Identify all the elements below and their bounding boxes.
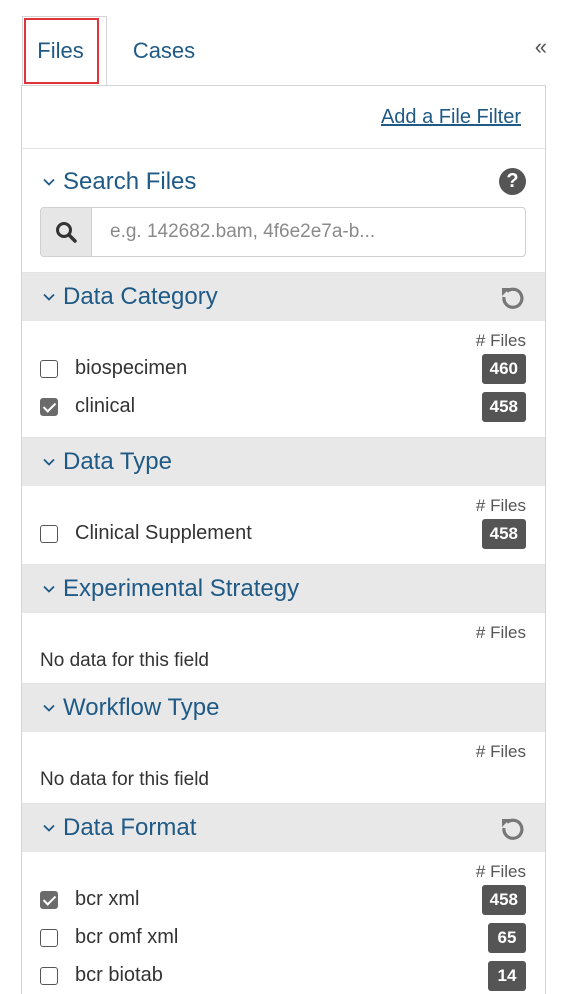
facet-row[interactable]: bcr biotab 14	[22, 959, 545, 993]
facet-label[interactable]: Clinical Supplement	[75, 522, 252, 545]
facet-row[interactable]: biospecimen 460	[22, 352, 545, 386]
files-count-header: # Files	[475, 862, 526, 881]
facet-panel: Add a File Filter Search Files ? Data Ca…	[21, 85, 546, 994]
chevron-down-icon	[43, 293, 55, 301]
chevron-down-icon	[43, 458, 55, 466]
files-count-header: # Files	[475, 331, 526, 350]
facet-label[interactable]: bcr omf xml	[75, 926, 178, 949]
facet-row[interactable]: clinical 458	[22, 390, 545, 424]
chevron-down-icon	[43, 178, 55, 186]
chevron-down-icon	[43, 585, 55, 593]
facet-label[interactable]: bcr xml	[75, 888, 139, 911]
data-type-header[interactable]: Data Type	[22, 438, 545, 486]
section-title: Data Format	[63, 814, 197, 841]
reset-icon[interactable]	[499, 283, 527, 311]
tab-files[interactable]: Files	[22, 16, 107, 86]
add-file-filter-link[interactable]: Add a File Filter	[381, 106, 521, 129]
tab-files-label: Files	[37, 37, 84, 63]
facet-label[interactable]: clinical	[75, 395, 135, 418]
section-title: Workflow Type	[63, 694, 220, 721]
facet-checkbox[interactable]	[40, 360, 58, 378]
count-badge: 458	[481, 519, 526, 549]
chevron-down-icon	[43, 704, 55, 712]
search-input[interactable]	[93, 208, 523, 256]
search-button[interactable]	[41, 208, 92, 256]
facet-label[interactable]: biospecimen	[75, 357, 187, 380]
count-badge: 65	[488, 923, 526, 953]
tab-cases-label: Cases	[132, 38, 196, 63]
section-title: Data Type	[63, 448, 172, 475]
tab-bar: Files Cases «	[0, 0, 567, 86]
facet-label[interactable]: bcr biotab	[75, 964, 163, 987]
workflow-type-header[interactable]: Workflow Type	[22, 684, 545, 732]
no-data-message: No data for this field	[40, 650, 209, 671]
data-category-header[interactable]: Data Category	[22, 273, 545, 321]
section-title: Search Files	[63, 168, 197, 195]
divider	[22, 148, 545, 149]
data-format-header[interactable]: Data Format	[22, 804, 545, 852]
collapse-sidebar-button[interactable]: «	[535, 36, 547, 58]
experimental-strategy-header[interactable]: Experimental Strategy	[22, 565, 545, 613]
section-title: Experimental Strategy	[63, 575, 300, 602]
facet-checkbox[interactable]	[40, 398, 58, 416]
facet-checkbox[interactable]	[40, 929, 58, 947]
facet-checkbox[interactable]	[40, 967, 58, 985]
count-badge: 458	[481, 392, 526, 422]
help-icon[interactable]: ?	[499, 168, 526, 195]
tab-cases[interactable]: Cases	[113, 16, 215, 86]
chevron-down-icon	[43, 824, 55, 832]
facet-row[interactable]: bcr omf xml 65	[22, 921, 545, 955]
facet-row[interactable]: Clinical Supplement 458	[22, 517, 545, 551]
count-badge: 458	[481, 885, 526, 915]
search-files-header[interactable]: Search Files ?	[22, 158, 545, 206]
facet-row[interactable]: bcr xml 458	[22, 883, 545, 917]
files-count-header: # Files	[475, 496, 526, 515]
count-badge: 460	[481, 354, 526, 384]
count-badge: 14	[488, 961, 526, 991]
search-field	[40, 207, 526, 257]
files-count-header: # Files	[475, 623, 526, 642]
facet-checkbox[interactable]	[40, 891, 58, 909]
search-icon	[56, 222, 77, 243]
section-title: Data Category	[63, 283, 218, 310]
facet-checkbox[interactable]	[40, 525, 58, 543]
no-data-message: No data for this field	[40, 769, 209, 790]
files-count-header: # Files	[475, 742, 526, 761]
reset-icon[interactable]	[499, 814, 527, 842]
